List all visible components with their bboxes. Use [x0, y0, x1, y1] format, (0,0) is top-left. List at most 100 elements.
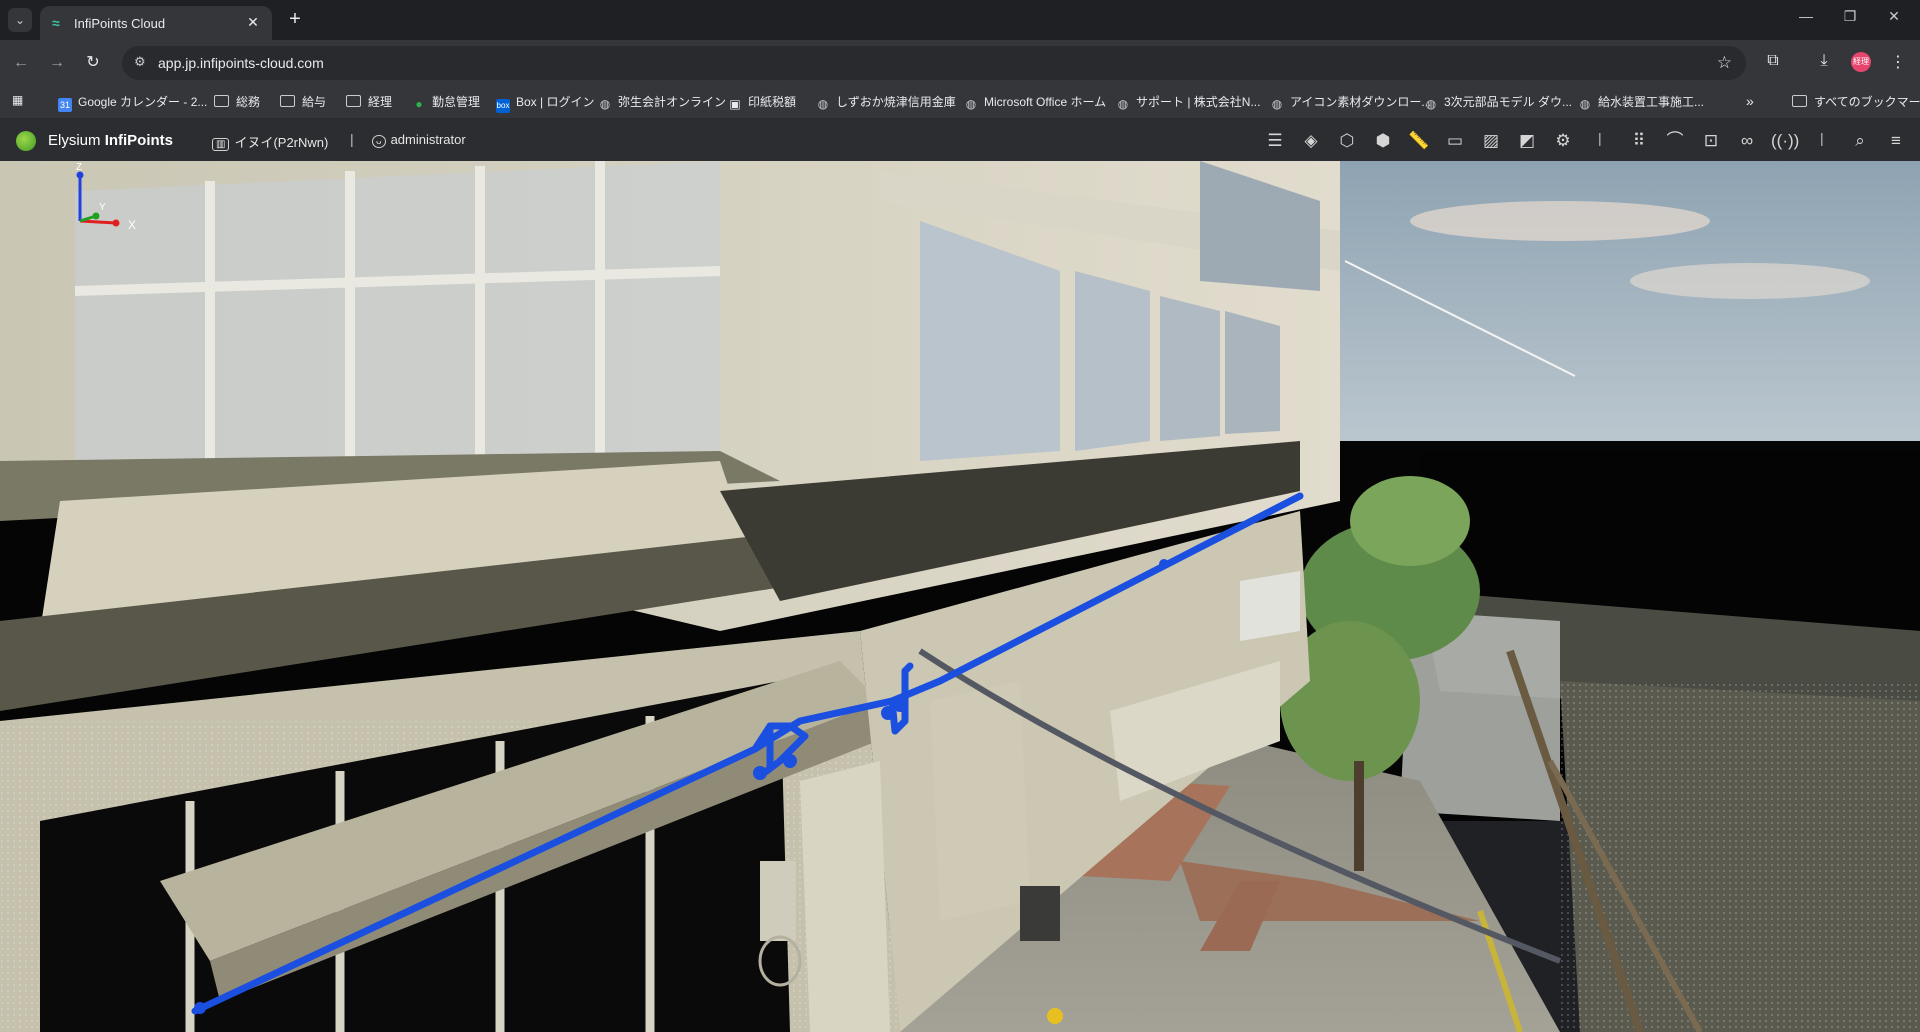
image-icon[interactable]: ▨	[1479, 130, 1503, 152]
cloud	[1410, 201, 1710, 241]
forward-arrow-icon[interactable]: →	[46, 52, 68, 74]
cube-view-icon[interactable]: ⬢	[1371, 130, 1395, 152]
url-text: app.jp.infipoints-cloud.com	[158, 55, 324, 71]
bookmark-item[interactable]: ◍ 給水装置工事施工...	[1578, 93, 1704, 111]
bookmarks-bar: ▦ 31 Google カレンダー - 2... 総務 給与 経理 ● 勤怠管理 b…	[0, 86, 1920, 119]
new-tab-button[interactable]: +	[284, 9, 306, 31]
extensions-icon[interactable]: ⧉	[1762, 52, 1784, 70]
folder-icon	[280, 95, 295, 107]
globe-icon: ◍	[1271, 97, 1283, 111]
download-icon[interactable]: ⤓	[1813, 52, 1835, 70]
bookmark-item[interactable]: ◍ Microsoft Office ホーム	[964, 93, 1106, 111]
bookmark-item[interactable]: 経理	[346, 93, 392, 111]
browser-tab-strip: ⌄ ≈ InfiPoints Cloud ✕ + — ❐ ✕	[0, 0, 1920, 40]
site-icon: ●	[415, 97, 423, 111]
entrance-wall	[930, 681, 1030, 921]
bookmark-item[interactable]: 31 Google カレンダー - 2...	[58, 93, 207, 112]
column	[800, 761, 890, 1032]
bookmark-item[interactable]: ◍ サポート | 株式会社N...	[1116, 93, 1261, 111]
google-calendar-icon: 31	[58, 98, 72, 112]
back-arrow-icon[interactable]: ←	[10, 52, 32, 74]
comment-icon[interactable]: ▭	[1443, 130, 1467, 152]
grid-icon[interactable]: ⠿	[1627, 130, 1651, 152]
more-bookmarks-icon[interactable]: »	[1746, 93, 1754, 111]
globe-icon: ◍	[1425, 97, 1437, 111]
y-axis-label: Y	[99, 202, 106, 213]
project-selector[interactable]: ▥ イヌイ(P2rNwn)	[212, 132, 328, 151]
broadcast-icon[interactable]: ((·))	[1771, 130, 1799, 152]
minimize-window-icon[interactable]: —	[1786, 8, 1826, 24]
user-avatar-icon: ᴗ	[372, 135, 386, 148]
bookmark-item[interactable]: ◍ 弥生会計オンライン	[598, 93, 726, 111]
close-window-icon[interactable]: ✕	[1874, 8, 1914, 25]
close-tab-icon[interactable]: ✕	[244, 13, 262, 31]
bookmark-item[interactable]: ◍ しずおか焼津信用金庫	[816, 93, 956, 111]
folder-icon	[1792, 95, 1807, 107]
bookmark-item[interactable]: ▣ 印紙税額	[728, 93, 796, 111]
ground-marker	[1047, 1008, 1063, 1024]
scaffold	[1240, 571, 1300, 641]
folder-icon	[214, 95, 229, 107]
bookmark-item[interactable]: ● 勤怠管理	[412, 93, 480, 111]
infipoints-favicon-icon: ≈	[52, 15, 60, 31]
window-upper	[1225, 311, 1280, 434]
menu-icon[interactable]: ≡	[1884, 130, 1908, 152]
bookmark-item[interactable]: box Box | ログイン	[496, 93, 594, 113]
link-icon[interactable]: ∞	[1735, 130, 1759, 152]
tree-icon[interactable]: ☰	[1263, 130, 1287, 152]
reload-icon[interactable]: ↻	[82, 52, 104, 74]
elysium-logo-icon	[16, 131, 36, 151]
bookmark-item[interactable]: 給与	[280, 93, 326, 111]
apps-grid-icon[interactable]: ▦	[12, 93, 23, 111]
tree-canopy	[1350, 476, 1470, 566]
x-axis-tip	[112, 219, 120, 227]
settings-gear-icon[interactable]: ⚙	[1551, 130, 1575, 152]
y-axis-tip	[92, 212, 100, 220]
trash-can	[1020, 886, 1060, 941]
browser-menu-icon[interactable]: ⋮	[1887, 52, 1909, 72]
toolbar-separator: |	[1820, 130, 1824, 146]
point-cloud-scene[interactable]: X Y Z	[0, 161, 1920, 1032]
folder-icon	[346, 95, 361, 107]
search-icon[interactable]: ⌕	[1848, 130, 1872, 152]
box-icon[interactable]: ⬡	[1335, 130, 1359, 152]
walkthrough-icon[interactable]: ⌒	[1663, 130, 1687, 152]
tab-search-button[interactable]: ⌄	[8, 8, 32, 32]
cloud	[1630, 263, 1870, 299]
measure-ruler-icon[interactable]: 📏	[1407, 130, 1431, 152]
layers-icon[interactable]: ◈	[1299, 130, 1323, 152]
user-menu[interactable]: ᴗ administrator	[372, 132, 466, 148]
globe-icon: ◍	[1117, 97, 1129, 111]
tab-title: InfiPoints Cloud	[74, 16, 166, 31]
browser-toolbar: ← → ↻ ⚙ app.jp.infipoints-cloud.com ☆ ⧉ …	[0, 40, 1920, 86]
toolbar-separator: |	[1598, 130, 1602, 146]
project-icon: ▥	[212, 138, 230, 151]
browser-tab-active[interactable]: ≈ InfiPoints Cloud ✕	[40, 6, 272, 40]
x-axis-label: X	[128, 218, 136, 232]
globe-icon: ◍	[1579, 97, 1591, 111]
globe-icon: ◍	[599, 97, 611, 111]
site-icon: ▣	[729, 97, 741, 111]
header-separator: |	[350, 131, 354, 147]
profile-avatar[interactable]: 経理	[1851, 52, 1871, 72]
point-texture	[1560, 681, 1920, 1032]
z-axis-label: Z	[76, 162, 82, 173]
point-cloud-viewport[interactable]: X Y Z	[0, 161, 1920, 1032]
window-upper	[75, 161, 720, 461]
meter-box	[760, 861, 796, 941]
site-info-icon[interactable]: ⚙	[134, 54, 146, 70]
globe-icon: ◍	[817, 97, 829, 111]
restore-window-icon[interactable]: ❐	[1830, 8, 1870, 25]
target-icon[interactable]: ⊡	[1699, 130, 1723, 152]
window-upper	[1075, 271, 1150, 451]
box-icon: box	[496, 99, 510, 113]
x-axis-line	[79, 219, 117, 225]
address-bar[interactable]: ⚙ app.jp.infipoints-cloud.com ☆	[122, 46, 1746, 80]
bookmark-star-icon[interactable]: ☆	[1717, 53, 1732, 73]
all-bookmarks-folder[interactable]: すべてのブックマーク	[1792, 93, 1920, 111]
bookmark-item[interactable]: 総務	[214, 93, 260, 111]
bookmark-item[interactable]: ◍ 3次元部品モデル ダウ...	[1424, 93, 1572, 111]
bookmark-item[interactable]: ◍ アイコン素材ダウンロー...	[1270, 93, 1432, 111]
section-plane-icon[interactable]: ◩	[1515, 130, 1539, 152]
app-brand: Elysium InfiPoints	[48, 132, 174, 149]
